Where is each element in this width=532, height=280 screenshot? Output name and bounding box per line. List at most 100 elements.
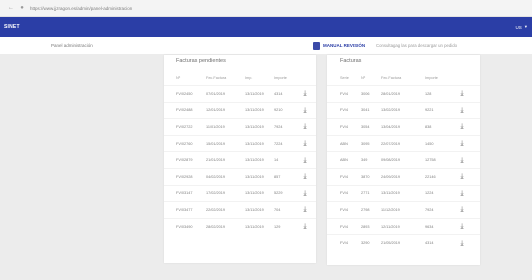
download-icon[interactable]: ⤓ — [457, 107, 467, 114]
download-icon[interactable]: ⤓ — [300, 90, 310, 97]
cell: 13/11/2019 — [245, 174, 264, 179]
cell: 11/01/2019 — [206, 124, 225, 129]
cell: 13/11/2019 — [245, 124, 264, 129]
cell: 838 — [425, 124, 432, 129]
cell: 12/01/2019 — [206, 108, 226, 113]
app-brand[interactable]: SINET — [4, 24, 20, 30]
manual-link[interactable]: MANUAL REVISIÓN — [323, 43, 365, 48]
download-icon[interactable]: ⤓ — [457, 190, 467, 197]
table-row: FV/03490 28/02/2019 13/11/2019 129 ⤓ — [164, 217, 316, 235]
download-icon[interactable]: ⤓ — [457, 123, 467, 130]
download-icon[interactable]: ⤓ — [457, 206, 467, 213]
cell: 13/11/2019 — [245, 207, 264, 212]
cell: 24/09/2019 — [381, 174, 401, 179]
chevron-down-icon: ▾ — [524, 24, 527, 29]
download-icon[interactable]: ⤓ — [457, 90, 467, 97]
column-header: Fec.Factura — [206, 76, 227, 80]
app-header: SINET US ▾ — [0, 17, 532, 37]
table-row: FV/02488 12/01/2019 13/11/2019 9210 ⤓ — [164, 101, 316, 119]
cell: FV/4 — [340, 191, 349, 196]
download-icon[interactable]: ⤓ — [457, 140, 467, 147]
cell: 9210 — [274, 108, 283, 113]
download-icon[interactable]: ⤓ — [300, 206, 310, 213]
invoices-panel: Facturas Serie Nº Fec.Factura Importe FV… — [327, 55, 480, 265]
cell: 3870 — [361, 174, 370, 179]
download-icon[interactable]: ⤓ — [300, 157, 310, 164]
cell: 7924 — [274, 124, 283, 129]
table-row: FV/02928 04/02/2019 13/11/2019 857 ⤓ — [164, 168, 316, 185]
table-row: FV/03477 22/02/2019 13/11/2019 704 ⤓ — [164, 201, 316, 218]
download-icon[interactable]: ⤓ — [300, 123, 310, 130]
cell: 129 — [274, 224, 281, 229]
cell: 3095 — [361, 141, 370, 146]
back-icon[interactable]: ← — [8, 5, 14, 11]
breadcrumb: Panel administración — [51, 43, 93, 48]
panel-title: Facturas — [340, 58, 362, 64]
download-icon[interactable]: ⤓ — [300, 140, 310, 147]
column-header: Serie — [340, 76, 349, 80]
column-header: Fec.Factura — [381, 76, 402, 80]
table-row: FV/4 3006 28/01/2019 128 ⤓ — [327, 85, 480, 102]
pending-invoices-panel: Facturas pendientes Nº Fec.Factura Imp. … — [164, 55, 316, 263]
cell: 22146 — [425, 174, 436, 179]
cell: 704 — [274, 207, 281, 212]
table-row: FV/4 3054 13/04/2019 838 ⤓ — [327, 118, 480, 135]
cell: 21/05/2019 — [381, 241, 401, 246]
cell: FV/4 — [340, 124, 349, 129]
cell: 1224 — [425, 191, 434, 196]
cell: 13/11/2019 — [245, 108, 264, 113]
download-icon[interactable]: ⤓ — [300, 107, 310, 114]
cell: ABN — [340, 158, 348, 163]
cell: ABN — [340, 141, 348, 146]
download-icon[interactable]: ⤓ — [300, 173, 310, 180]
cell: 13/11/2019 — [381, 191, 400, 196]
table-header: Serie Nº Fec.Factura Importe — [327, 72, 480, 84]
download-icon[interactable]: ⤓ — [457, 157, 467, 164]
cell: 2798 — [361, 207, 370, 212]
user-menu[interactable]: US ▾ — [515, 24, 527, 30]
download-icon[interactable]: ⤓ — [300, 190, 310, 197]
cell: 3006 — [361, 91, 370, 96]
table-row: FV/02879 21/01/2019 13/11/2019 14 ⤓ — [164, 151, 316, 168]
download-icon[interactable]: ⤓ — [300, 223, 310, 230]
cell: 07/01/2019 — [206, 91, 226, 96]
cell: 13/11/2019 — [245, 141, 264, 146]
cell: FV/4 — [340, 207, 349, 212]
download-icon[interactable]: ⤓ — [457, 223, 467, 230]
cell: 15/01/2019 — [206, 141, 226, 146]
table-row: FV/02760 15/01/2019 13/11/2019 7224 ⤓ — [164, 134, 316, 152]
cell: 13/02/2019 — [381, 108, 401, 113]
url-field[interactable]: https://www.jjzragon.es/admin/panel-admi… — [30, 6, 132, 11]
cell: 9634 — [425, 224, 434, 229]
download-icon[interactable]: ⤓ — [457, 240, 467, 247]
cell: FV/4 — [340, 241, 349, 246]
table-row: FV/4 2893 12/11/2019 9634 ⤓ — [327, 217, 480, 235]
cell: 13/04/2019 — [381, 124, 401, 129]
cell: 128 — [425, 91, 432, 96]
column-header: Importe — [274, 76, 287, 80]
table-row: FV/4 3870 24/09/2019 22146 ⤓ — [327, 168, 480, 185]
cell: 7924 — [425, 207, 434, 212]
sub-header: Panel administración MANUAL REVISIÓN Con… — [0, 37, 532, 55]
cell: 3290 — [361, 241, 370, 246]
cell: 9221 — [425, 108, 434, 113]
cell: 22/07/2019 — [381, 141, 401, 146]
cell: 12758 — [425, 158, 436, 163]
cell: 28/02/2019 — [206, 224, 226, 229]
cell: FV/02488 — [176, 108, 193, 113]
cell: 3041 — [361, 108, 370, 113]
pdf-icon[interactable] — [313, 42, 320, 50]
cell: 1450 — [425, 141, 434, 146]
table-row: FV/4 3041 13/02/2019 9221 ⤓ — [327, 101, 480, 119]
cell: 13/11/2019 — [245, 91, 264, 96]
download-icon[interactable]: ⤓ — [457, 173, 467, 180]
cell: 3054 — [361, 124, 370, 129]
cell: 28/01/2019 — [381, 91, 401, 96]
cell: 09/08/2019 — [381, 158, 401, 163]
cell: 12/11/2019 — [381, 224, 400, 229]
table-row: FV/02450 07/01/2019 13/11/2019 4314 ⤓ — [164, 85, 316, 102]
table-row: FV/03147 17/02/2019 13/11/2019 5229 ⤓ — [164, 184, 316, 202]
cell: FV/4 — [340, 91, 349, 96]
column-header: Importe — [425, 76, 438, 80]
cell: FV/03147 — [176, 191, 193, 196]
